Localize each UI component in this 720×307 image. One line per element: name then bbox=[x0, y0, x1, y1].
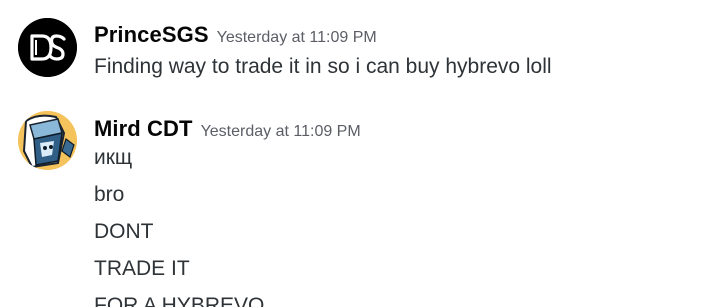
message-text: TRADE IT bbox=[94, 257, 190, 280]
message-header: PrinceSGS Yesterday at 11:09 PM bbox=[94, 22, 377, 48]
message-group-princesgs: PrinceSGS Yesterday at 11:09 PM Finding w… bbox=[0, 0, 720, 95]
avatar[interactable] bbox=[18, 18, 77, 77]
ds-logo-icon bbox=[18, 18, 77, 77]
anime-character-avatar-icon bbox=[18, 111, 77, 170]
message-text: bro bbox=[94, 183, 125, 206]
message-text: икщ bbox=[94, 146, 133, 169]
timestamp[interactable]: Yesterday at 11:09 PM bbox=[217, 29, 377, 46]
avatar[interactable] bbox=[18, 111, 77, 170]
message-text: FOR A HYBREVO bbox=[94, 294, 265, 307]
timestamp[interactable]: Yesterday at 11:09 PM bbox=[201, 123, 361, 140]
username[interactable]: Mird CDT bbox=[94, 116, 193, 141]
username[interactable]: PrinceSGS bbox=[94, 22, 209, 47]
message-header: Mird CDT Yesterday at 11:09 PM bbox=[94, 116, 361, 142]
message-text: Finding way to trade it in so i can buy … bbox=[94, 55, 552, 78]
message-text: DONT bbox=[94, 220, 154, 243]
message-group-mird-cdt: Mird CDT Yesterday at 11:09 PM икщ bro DO… bbox=[0, 100, 720, 307]
